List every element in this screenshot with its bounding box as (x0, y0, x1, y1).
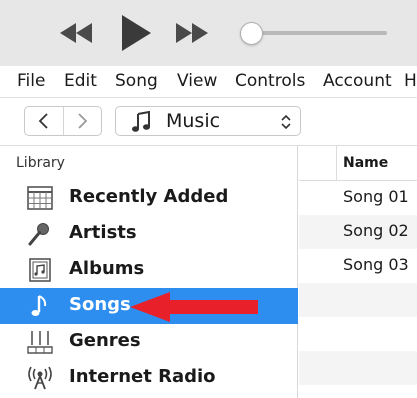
radio-antenna-icon (28, 366, 52, 390)
song-name-cell: Song 02 (343, 221, 409, 240)
sidebar-item-label: Internet Radio (69, 366, 216, 387)
menu-help[interactable]: H (404, 71, 417, 91)
calendar-grid-icon (27, 186, 53, 210)
album-icon (29, 258, 51, 282)
back-forward-group (24, 106, 102, 136)
menu-bar: File Edit Song View Controls Account H (0, 66, 417, 98)
sidebar-item-internet-radio[interactable]: Internet Radio (0, 360, 298, 396)
menu-view[interactable]: View (177, 71, 217, 91)
fast-forward-icon[interactable] (174, 23, 210, 43)
guitar-icon (27, 331, 53, 354)
sidebar-item-label: Songs (69, 294, 131, 315)
song-list-header: Name (299, 146, 417, 181)
media-type-label: Music (166, 110, 221, 132)
sidebar-item-label: Albums (69, 258, 145, 279)
table-row[interactable]: Song 03 (299, 249, 417, 283)
table-row[interactable]: Song 02 (299, 215, 417, 249)
sidebar-item-label: Genres (69, 330, 141, 351)
sidebar-item-label: Artists (69, 222, 137, 243)
table-row-empty (299, 283, 417, 317)
menu-controls[interactable]: Controls (235, 71, 305, 91)
rewind-icon[interactable] (58, 23, 94, 43)
song-name-cell: Song 03 (343, 255, 409, 274)
column-header-name[interactable]: Name (343, 155, 388, 171)
volume-slider-knob[interactable] (240, 22, 263, 45)
menu-song[interactable]: Song (115, 71, 158, 91)
menu-account[interactable]: Account (323, 71, 392, 91)
annotation-arrow (130, 292, 258, 322)
media-type-selector[interactable]: Music (115, 106, 301, 136)
microphone-icon (28, 223, 49, 246)
transport-bar (0, 0, 417, 66)
table-row-empty (299, 317, 417, 351)
table-row[interactable]: Song 01 (299, 181, 417, 215)
chevron-updown-icon (281, 114, 291, 130)
volume-slider-track[interactable] (252, 31, 387, 35)
sidebar-item-artists[interactable]: Artists (0, 216, 298, 252)
library-header: Library (16, 155, 65, 171)
column-separator (336, 146, 337, 181)
sidebar-item-recently-added[interactable]: Recently Added (0, 180, 298, 216)
menu-file[interactable]: File (17, 71, 45, 91)
library-sidebar: Library Recently Added Artists Albums So… (0, 146, 298, 398)
music-note-icon (31, 295, 47, 316)
song-list: Name Song 01 Song 02 Song 03 (299, 146, 417, 398)
music-note-icon (132, 111, 150, 132)
play-icon[interactable] (120, 15, 152, 51)
chevron-right-icon[interactable] (64, 107, 102, 135)
menu-edit[interactable]: Edit (64, 71, 97, 91)
sidebar-item-genres[interactable]: Genres (0, 324, 298, 360)
chevron-left-icon[interactable] (25, 107, 63, 135)
song-name-cell: Song 01 (343, 187, 409, 206)
sidebar-item-label: Recently Added (69, 186, 229, 207)
sidebar-item-albums[interactable]: Albums (0, 252, 298, 288)
table-row-empty (299, 351, 417, 385)
navigation-bar: Music (0, 98, 417, 146)
